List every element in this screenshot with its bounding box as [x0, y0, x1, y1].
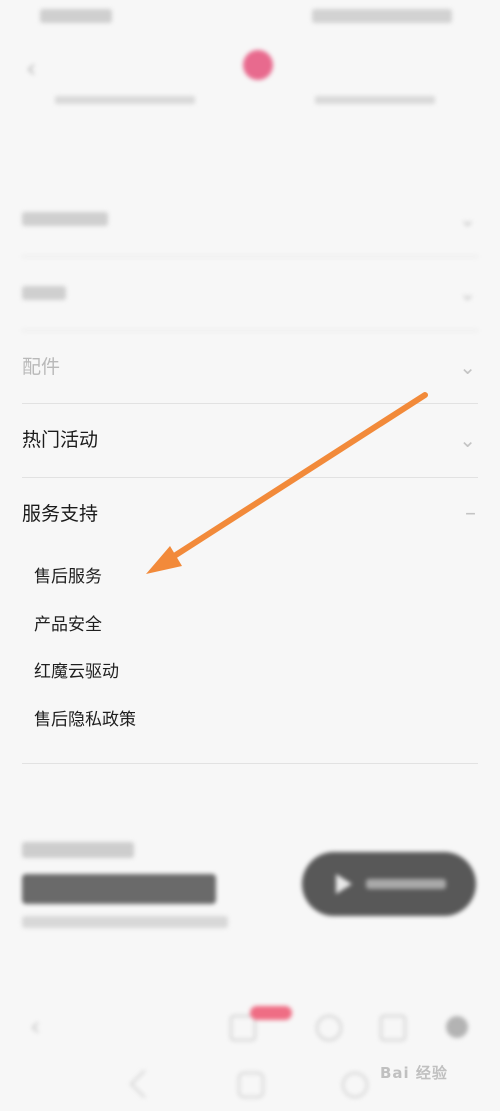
arrow-shaft: [165, 392, 428, 563]
arrow-head: [146, 546, 182, 574]
annotation-arrow: [146, 392, 428, 574]
watermark: Bai 经验: [380, 1064, 448, 1082]
